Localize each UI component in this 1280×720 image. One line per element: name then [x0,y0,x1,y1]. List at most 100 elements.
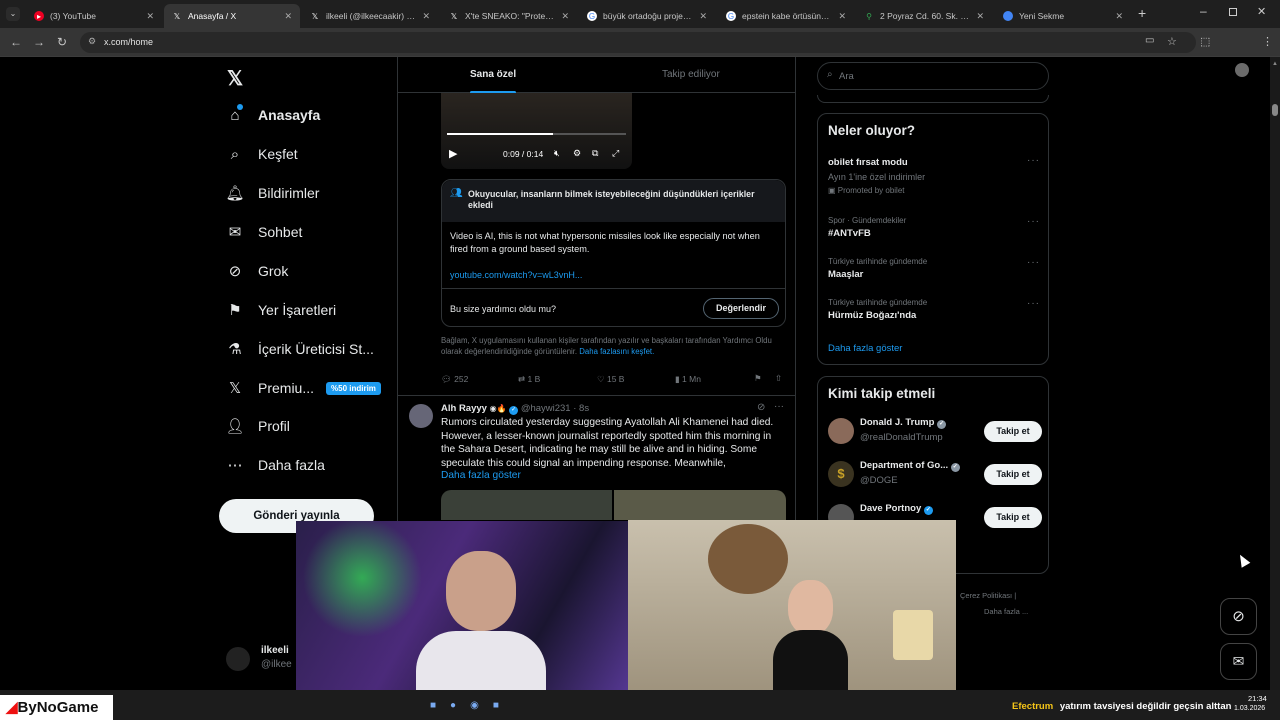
clock-time[interactable]: 21:34 [1248,694,1267,703]
follow-button[interactable]: Takip et [984,421,1042,442]
browser-menu-icon[interactable]: ⋮ [1262,35,1273,48]
sidebar-item-home[interactable]: ⌂ Anasayfa [226,100,320,130]
close-tab-icon[interactable]: ✕ [561,11,569,22]
x-logo[interactable]: 𝕏 [227,66,243,91]
chrome-icon[interactable]: ● [450,700,470,711]
sidebar-item-search[interactable]: ⌕ Keşfet [226,139,298,169]
messages-float-button[interactable]: ✉ [1220,643,1257,680]
browser-tab[interactable]: Yeni Sekme ✕ [995,4,1131,28]
sidebar-item-bookmark[interactable]: ⚑ Yer İşaretleri [226,295,336,325]
fullscreen-icon[interactable]: ⤢ [612,148,619,159]
page-scrollbar[interactable]: ▲ [1270,57,1280,690]
follow-button[interactable]: Takip et [984,507,1042,528]
tab-search-button[interactable]: ⌄ [6,7,20,21]
sidebar-item-grok[interactable]: ⊘ Grok [226,256,289,286]
sidebar-item-creator[interactable]: ⚗ İçerik Üreticisi St... [226,334,374,364]
cast-icon[interactable]: ▭ [1145,35,1154,46]
grok-icon[interactable]: ⊘ [757,402,765,413]
sidebar-item-label: Keşfet [258,146,298,162]
trend-item[interactable]: Spor · Gündemdekiler #ANTvFB ··· [828,216,1040,239]
sidebar-item-bell[interactable]: 🔔︎ Bildirimler [225,178,319,208]
scrollbar-thumb[interactable] [1272,104,1278,116]
grok-float-button[interactable]: ⊘ [1220,598,1257,635]
timeline-tabs: Sana özel Takip ediliyor [398,57,795,94]
browser-tab[interactable]: 𝕏 X'te SNEAKO: "Protect Tu... ✕ [441,4,577,28]
show-more-trends[interactable]: Daha fazla göster [828,343,902,354]
avatar[interactable] [409,404,433,428]
follow-suggestion[interactable]: $ Department of Go... ✓ @DOGE Takip et [828,460,1042,494]
views-button[interactable]: ▮ 1 Mn [675,374,701,385]
reply-button[interactable]: 💬︎ 252 [441,374,468,385]
more-icon[interactable]: ··· [1027,216,1040,227]
play-icon[interactable]: ▶ [449,147,457,160]
browser-tab[interactable]: Gepstein kabe örtüsünü kim... ✕ [718,4,854,28]
show-more-link[interactable]: Daha fazla göster [441,470,521,481]
close-tab-icon[interactable]: ✕ [1115,11,1123,22]
search-box[interactable]: ⌕ Ara [817,62,1049,90]
reload-icon[interactable]: ↻ [57,35,67,49]
footer-link[interactable]: Daha fazla ... [960,607,1028,616]
explorer-icon[interactable]: ■ [430,700,450,711]
author-handle[interactable]: @haywi231 [521,403,571,414]
tab-for-you[interactable]: Sana özel [470,69,516,94]
browser-tab[interactable]: Gbüyük ortadoğu projesi h... ✕ [579,4,715,28]
bookmark-button[interactable]: ⚑ [754,373,762,384]
app-icon[interactable]: ■ [493,700,513,711]
post-image[interactable] [614,490,786,520]
close-window-button[interactable]: ✕ [1257,5,1266,18]
more-icon[interactable]: ··· [774,401,784,412]
more-icon[interactable]: ··· [1027,257,1040,268]
account-switcher[interactable]: ilkeeli @ilkee [226,643,306,675]
close-tab-icon[interactable]: ✕ [838,11,846,22]
tab-following[interactable]: Takip ediliyor [662,69,720,80]
clock-date[interactable]: 1.03.2026 [1234,705,1265,712]
scroll-up-icon[interactable]: ▲ [1272,61,1278,67]
browser-tab[interactable]: 𝕏ilkeeli (@ilkeecaakir) / X ✕ [302,4,438,28]
sidebar-item-person[interactable]: 👤︎ Profil [225,411,289,441]
trend-item[interactable]: Türkiye tarihinde gündemde Maaşlar ··· [828,257,1040,280]
sidebar-item-more-circle[interactable]: ⋯ Daha fazla [226,450,325,480]
close-tab-icon[interactable]: ✕ [699,11,707,22]
profile-avatar[interactable] [1235,63,1249,77]
browser-tab[interactable]: 𝕏 Anasayfa / X ✕ [164,4,300,28]
mute-icon[interactable]: 🔇︎ [554,148,560,159]
video-player[interactable]: ▶ 0:09 / 0:14 🔇︎ ⚙ ⧉ ⤢ [441,93,632,169]
repost-button[interactable]: ⇄ 1 B [518,374,540,385]
minimize-button[interactable]: – [1200,4,1207,18]
address-bar[interactable]: ⚙ x.com/home [80,32,1196,53]
author-name[interactable]: Alh Rayyy [441,403,487,414]
close-tab-icon[interactable]: ✕ [146,11,154,22]
sidebar-item-x-premium[interactable]: 𝕏 Premiu... %50 indirim [226,373,381,403]
trend-item[interactable]: Türkiye tarihinde gündemde Hürmüz Boğazı… [828,298,1040,321]
forward-icon[interactable]: → [33,35,45,49]
close-tab-icon[interactable]: ✕ [284,11,292,22]
maximize-button[interactable] [1229,8,1237,16]
note-footer-link[interactable]: Daha fazlasını keşfet. [579,347,654,356]
close-tab-icon[interactable]: ✕ [422,11,430,22]
site-info-icon[interactable]: ⚙ [88,36,96,47]
rate-button[interactable]: Değerlendir [703,298,779,319]
browser-tab[interactable]: ⚲ 2 Poyraz Cd. 60. Sk. - Goo... ✕ [856,4,992,28]
footer-link[interactable]: Çerez Politikası [960,591,1012,600]
share-button[interactable]: ⇧ [775,373,782,384]
bookmark-star-icon[interactable]: ☆ [1167,35,1177,48]
back-icon[interactable]: ← [10,35,22,49]
browser-tab[interactable]: ▸ (3) YouTube ✕ [26,4,162,28]
like-button[interactable]: ♡ 15 B [597,374,624,385]
avatar [226,647,250,671]
settings-icon[interactable]: ⚙ [573,148,581,159]
community-note-link[interactable]: youtube.com/watch?v=wL3vnH... [450,270,582,280]
new-tab-button[interactable]: + [1138,5,1146,21]
sidebar-item-mail[interactable]: ✉ Sohbet [226,217,303,247]
extensions-icon[interactable]: ⬚ [1200,35,1210,48]
video-progress-track[interactable] [447,133,626,135]
trend-item[interactable]: obilet fırsat modu Ayın 1'ine özel indir… [828,155,1040,195]
more-icon[interactable]: ··· [1027,155,1040,166]
close-tab-icon[interactable]: ✕ [976,11,984,22]
more-icon[interactable]: ··· [1027,298,1040,309]
post-image[interactable] [441,490,612,520]
whatsapp-icon[interactable]: ◉ [470,700,493,711]
follow-suggestion[interactable]: Donald J. Trump ✓ @realDonaldTrump Takip… [828,417,1042,451]
follow-button[interactable]: Takip et [984,464,1042,485]
pip-icon[interactable]: ⧉ [592,148,598,159]
